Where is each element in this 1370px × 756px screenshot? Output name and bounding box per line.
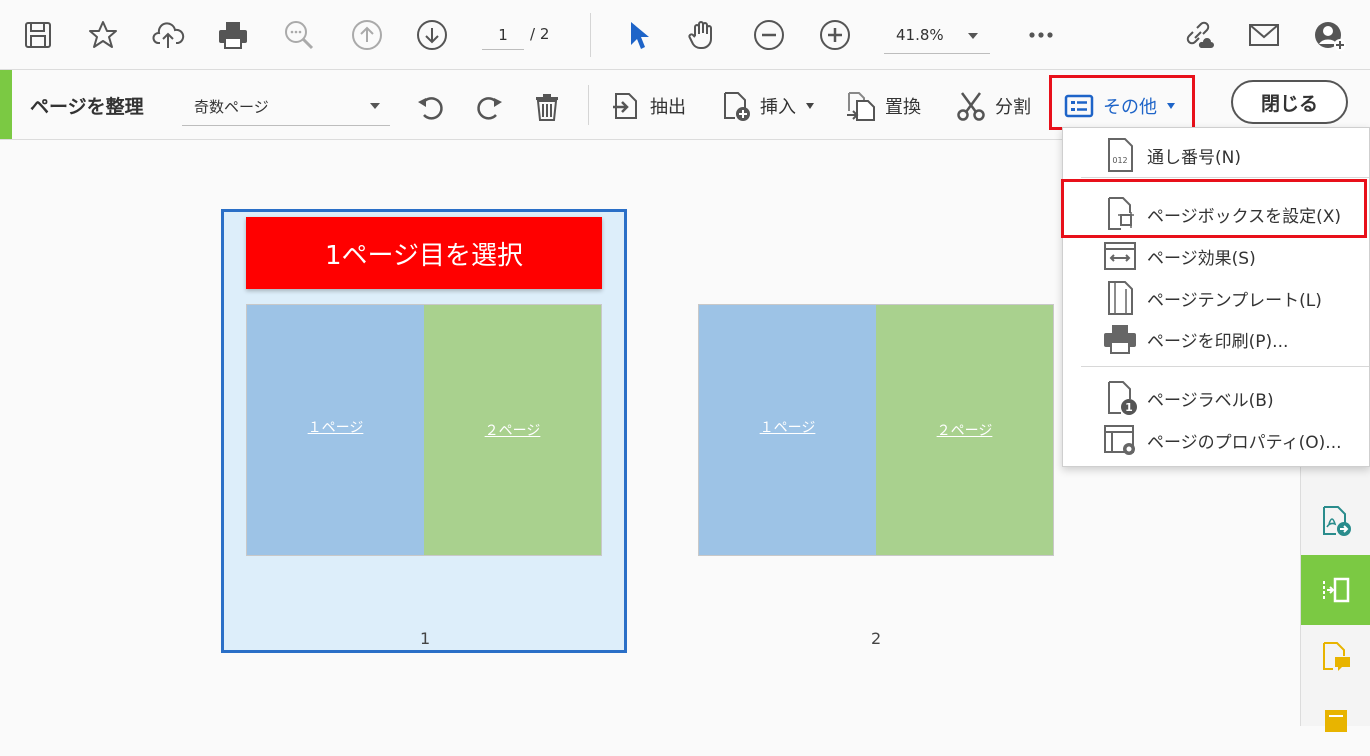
menu-label: ページのプロパティ(O)... [1147, 432, 1342, 453]
share-link-icon[interactable] [1178, 15, 1218, 55]
extract-icon [613, 93, 637, 119]
bates-number-icon: 012 [1108, 138, 1133, 172]
replace-label: 置換 [885, 97, 921, 118]
close-tool-button[interactable]: 閉じる [1231, 80, 1348, 124]
sticky-note-icon[interactable] [1301, 686, 1370, 756]
zoom-search-icon[interactable] [279, 15, 319, 55]
cloud-upload-icon[interactable] [148, 15, 188, 55]
tool-title: ページを整理 [30, 96, 144, 118]
insert-label: 挿入 [760, 97, 796, 118]
page-half-label: ２ページ [936, 423, 993, 439]
page-range-value: 奇数ページ [194, 98, 269, 116]
page-label-icon: 1 [1108, 381, 1137, 415]
page-half-left: １ページ [247, 305, 424, 555]
extract-label: 抽出 [650, 97, 686, 118]
page-range-select[interactable]: 奇数ページ [182, 88, 390, 126]
delete-icon[interactable] [527, 87, 567, 127]
prev-page-icon[interactable] [347, 15, 387, 55]
menu-label: 通し番号(N) [1147, 147, 1241, 168]
next-page-icon[interactable] [412, 15, 452, 55]
replace-button[interactable]: 置換 [845, 88, 921, 124]
page-template-icon [1108, 281, 1133, 315]
right-tools-rail [1300, 466, 1370, 732]
menu-divider [1081, 177, 1369, 178]
export-pdf-icon[interactable] [1301, 486, 1370, 556]
scissors-icon [957, 92, 985, 121]
rotate-left-icon[interactable] [411, 87, 451, 127]
select-arrow-icon[interactable] [618, 15, 658, 55]
menu-item-page-templates[interactable]: ページテンプレート(L) [1063, 278, 1369, 318]
menu-label: ページテンプレート(L) [1147, 290, 1322, 311]
mail-icon[interactable] [1244, 15, 1284, 55]
page-properties-icon [1104, 425, 1135, 455]
annotation-callout: 1ページ目を選択 [246, 217, 602, 289]
chevron-down-icon [370, 103, 380, 109]
page-thumbnail-1[interactable]: １ページ ２ページ [246, 304, 602, 556]
page-half-label: ２ページ [484, 423, 541, 439]
rotate-right-icon[interactable] [469, 87, 509, 127]
svg-text:012: 012 [1112, 156, 1127, 165]
zoom-in-icon[interactable] [815, 15, 855, 55]
annotation-highlight-more [1049, 75, 1195, 130]
insert-button[interactable]: 挿入 [720, 88, 814, 124]
menu-item-page-properties[interactable]: ページのプロパティ(O)... [1063, 420, 1369, 460]
organize-pages-icon[interactable] [1301, 555, 1370, 625]
print-icon[interactable] [213, 15, 253, 55]
toolbar-divider [588, 85, 589, 125]
menu-label: ページラベル(B) [1147, 390, 1274, 411]
svg-text:1: 1 [1125, 401, 1133, 414]
menu-label: ページを印刷(P)... [1147, 331, 1289, 352]
page-half-right: ２ページ [424, 305, 601, 555]
bookmark-star-icon[interactable] [83, 15, 123, 55]
menu-divider [1081, 366, 1369, 367]
menu-item-bates-number[interactable]: 012 通し番号(N) [1063, 135, 1369, 175]
tool-accent-strip [0, 70, 12, 139]
split-button[interactable]: 分割 [955, 88, 1031, 124]
zoom-out-icon[interactable] [749, 15, 789, 55]
save-icon[interactable] [18, 15, 58, 55]
page-half-label: １ページ [307, 420, 364, 436]
print-page-icon [1104, 325, 1136, 354]
insert-page-icon [724, 92, 750, 121]
page-number-2: 2 [871, 629, 882, 648]
page-total: / 2 [530, 25, 550, 43]
extract-button[interactable]: 抽出 [610, 88, 686, 124]
more-options-menu: 012 通し番号(N) ページボックスを設定(X) ページ効果(S) ページテン… [1062, 127, 1370, 467]
menu-item-page-labels[interactable]: 1 ページラベル(B) [1063, 378, 1369, 418]
page-half-label: １ページ [759, 420, 816, 436]
hand-tool-icon[interactable] [683, 15, 723, 55]
page-half-right: ２ページ [876, 305, 1053, 555]
chevron-down-icon [806, 103, 814, 109]
page-half-left: １ページ [699, 305, 876, 555]
page-transition-icon [1104, 242, 1136, 270]
menu-label: ページ効果(S) [1147, 248, 1256, 269]
comment-icon[interactable] [1301, 622, 1370, 692]
annotation-highlight-page-box [1061, 179, 1367, 238]
main-toolbar: / 2 41.8% [0, 0, 1370, 70]
more-icon[interactable] [1021, 15, 1061, 55]
page-number-1: 1 [420, 629, 431, 648]
zoom-select[interactable]: 41.8% [884, 18, 990, 54]
zoom-value: 41.8% [896, 26, 944, 44]
split-label: 分割 [995, 97, 1031, 118]
page-number-input[interactable] [482, 20, 524, 50]
chevron-down-icon [968, 33, 978, 39]
toolbar-divider [590, 13, 591, 57]
menu-item-print-pages[interactable]: ページを印刷(P)... [1063, 319, 1369, 359]
add-user-icon[interactable] [1310, 15, 1350, 55]
page-thumbnail-2[interactable]: １ページ ２ページ [698, 304, 1054, 556]
replace-page-icon [847, 92, 875, 121]
menu-item-page-transitions[interactable]: ページ効果(S) [1063, 236, 1369, 276]
